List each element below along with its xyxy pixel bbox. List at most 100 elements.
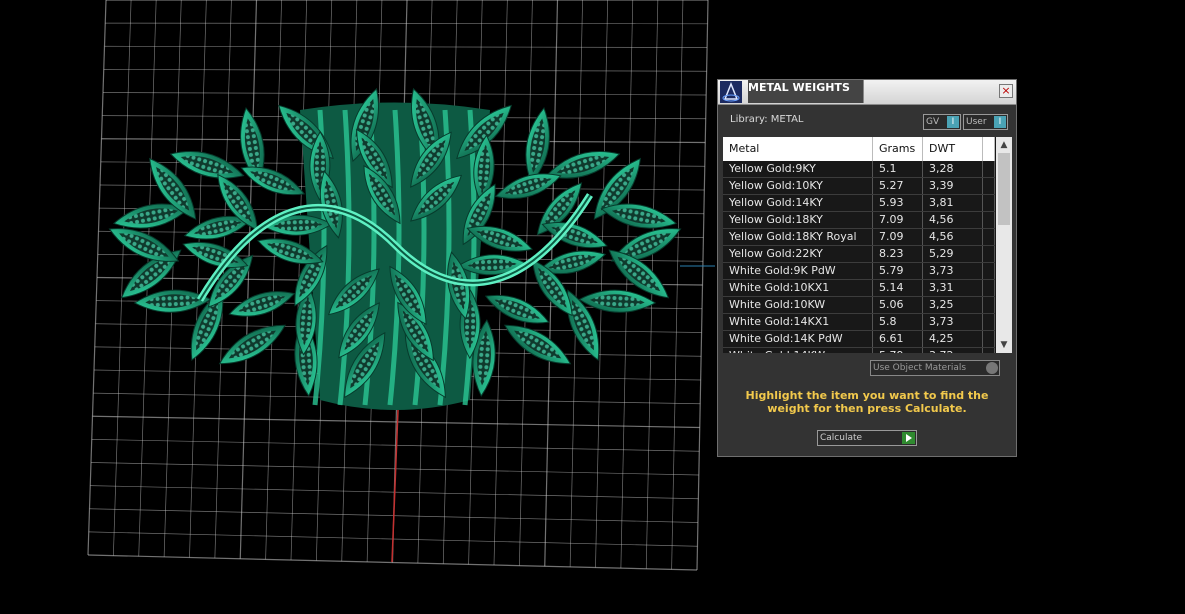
gv-label: GV (926, 117, 940, 127)
cell-grams: 5.79 (873, 263, 923, 279)
cell-dwt: 3,73 (923, 314, 983, 330)
cell-extra (983, 280, 995, 296)
cell-extra (983, 331, 995, 347)
cell-grams: 6.61 (873, 331, 923, 347)
dialog-titlebar[interactable]: METAL WEIGHTS × (718, 80, 1016, 105)
cell-dwt: 3,72 (923, 348, 983, 353)
table-row[interactable]: Yellow Gold:14KY 5.93 3,81 (723, 195, 995, 212)
column-header-metal[interactable]: Metal (723, 137, 873, 161)
instruction-text: Highlight the item you want to find the … (745, 389, 989, 415)
cell-dwt: 3,73 (923, 263, 983, 279)
3d-viewport[interactable] (0, 0, 715, 614)
table-row[interactable]: Yellow Gold:22KY 8.23 5,29 (723, 246, 995, 263)
cell-extra (983, 297, 995, 313)
metal-table[interactable]: Metal Grams DWT Yellow Gold:9KY 5.1 3,28 Ye… (723, 137, 1012, 353)
library-label: Library: METAL (730, 114, 804, 125)
calculate-label: Calculate (820, 433, 863, 443)
cell-extra (983, 263, 995, 279)
cell-metal: Yellow Gold:18KY Royal (723, 229, 873, 245)
column-header-extra (983, 137, 995, 161)
table-row[interactable]: Yellow Gold:10KY 5.27 3,39 (723, 178, 995, 195)
table-row[interactable]: White Gold:10KW 5.06 3,25 (723, 297, 995, 314)
cell-grams: 5.8 (873, 314, 923, 330)
cell-metal: White Gold:9K PdW (723, 263, 873, 279)
table-row[interactable]: White Gold:10KX1 5.14 3,31 (723, 280, 995, 297)
user-label: User (966, 117, 987, 127)
gv-toggle[interactable]: GV I (923, 114, 961, 130)
leaf (484, 294, 550, 324)
cell-dwt: 3,25 (923, 297, 983, 313)
table-scrollbar[interactable]: ▲ ▼ (996, 137, 1012, 353)
titlebar-divider (863, 80, 864, 103)
table-row[interactable]: Yellow Gold:9KY 5.1 3,28 (723, 161, 995, 178)
column-header-dwt[interactable]: DWT (923, 137, 983, 161)
cell-dwt: 3,39 (923, 178, 983, 194)
table-row[interactable]: White Gold:14K PdW 6.61 4,25 (723, 331, 995, 348)
play-arrow-icon (902, 432, 915, 444)
cell-grams: 7.09 (873, 229, 923, 245)
cell-metal: Yellow Gold:10KY (723, 178, 873, 194)
scroll-up-icon[interactable]: ▲ (996, 137, 1012, 153)
cell-dwt: 3,28 (923, 161, 983, 177)
user-toggle[interactable]: User I (963, 114, 1008, 130)
use-object-materials-toggle[interactable]: Use Object Materials (870, 360, 1000, 376)
cell-metal: Yellow Gold:9KY (723, 161, 873, 177)
viewport-canvas[interactable] (0, 0, 715, 614)
gv-indicator-icon: I (947, 116, 959, 128)
table-row[interactable]: Yellow Gold:18KY Royal 7.09 4,56 (723, 229, 995, 246)
metal-weights-dialog: METAL WEIGHTS × Library: METAL GV I User… (717, 79, 1017, 457)
dialog-title: METAL WEIGHTS (748, 80, 864, 103)
cell-dwt: 4,25 (923, 331, 983, 347)
cell-dwt: 4,56 (923, 229, 983, 245)
leaf (228, 291, 296, 317)
cell-dwt: 3,81 (923, 195, 983, 211)
cell-metal: White Gold:14K PdW (723, 331, 873, 347)
cell-metal: Yellow Gold:18KY (723, 212, 873, 228)
cell-dwt: 3,31 (923, 280, 983, 296)
cell-extra (983, 161, 995, 177)
cell-extra (983, 229, 995, 245)
cell-extra (983, 348, 995, 353)
cell-grams: 5.93 (873, 195, 923, 211)
scroll-down-icon[interactable]: ▼ (996, 337, 1012, 353)
leaf (503, 324, 572, 365)
cell-metal: White Gold:14KX1 (723, 314, 873, 330)
cell-metal: White Gold:14KW (723, 348, 873, 353)
cell-dwt: 4,56 (923, 212, 983, 228)
cell-grams: 5.27 (873, 178, 923, 194)
cell-extra (983, 178, 995, 194)
cell-grams: 5.14 (873, 280, 923, 296)
cell-grams: 5.06 (873, 297, 923, 313)
cell-grams: 8.23 (873, 246, 923, 262)
table-row[interactable]: White Gold:14KW5.793,72 (723, 348, 995, 353)
cell-metal: Yellow Gold:14KY (723, 195, 873, 211)
cell-extra (983, 195, 995, 211)
cell-extra (983, 246, 995, 262)
cell-grams: 5.79 (873, 348, 923, 353)
close-icon: × (1001, 84, 1011, 97)
radio-indicator-icon (986, 362, 998, 374)
cell-metal: White Gold:10KW (723, 297, 873, 313)
scroll-thumb[interactable] (998, 153, 1010, 225)
cell-grams: 7.09 (873, 212, 923, 228)
close-button[interactable]: × (999, 84, 1013, 98)
table-row[interactable]: White Gold:9K PdW 5.79 3,73 (723, 263, 995, 280)
use-object-materials-label: Use Object Materials (873, 363, 967, 373)
table-header: Metal Grams DWT (723, 137, 995, 161)
table-row[interactable]: Yellow Gold:18KY 7.09 4,56 (723, 212, 995, 229)
cell-dwt: 5,29 (923, 246, 983, 262)
table-body: Yellow Gold:9KY 5.1 3,28 Yellow Gold:10KY 5.… (723, 161, 995, 353)
cell-metal: Yellow Gold:22KY (723, 246, 873, 262)
leaf (218, 324, 287, 365)
cell-grams: 5.1 (873, 161, 923, 177)
cell-extra (983, 314, 995, 330)
calculate-button[interactable]: Calculate (817, 430, 917, 446)
table-row[interactable]: White Gold:14KX1 5.8 3,73 (723, 314, 995, 331)
cell-extra (983, 212, 995, 228)
rhino-logo-icon (720, 81, 742, 103)
leaf (133, 289, 212, 313)
user-indicator-icon: I (994, 116, 1006, 128)
cell-metal: White Gold:10KX1 (723, 280, 873, 296)
column-header-grams[interactable]: Grams (873, 137, 923, 161)
leaf-ring-model[interactable] (105, 85, 685, 410)
